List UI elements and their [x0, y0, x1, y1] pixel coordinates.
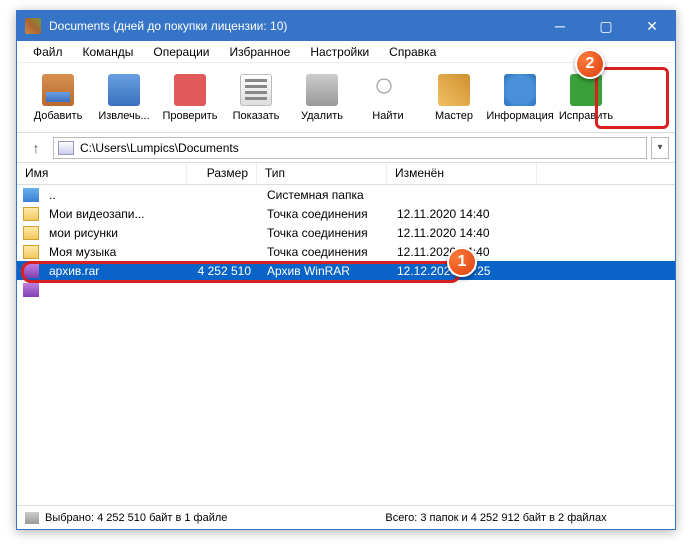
menu-file[interactable]: Файл	[23, 43, 73, 61]
delete-icon	[306, 74, 338, 106]
minimize-button[interactable]: ─	[537, 11, 583, 41]
find-label: Найти	[372, 110, 403, 122]
extract-button[interactable]: Извлечь...	[91, 68, 157, 128]
list-row[interactable]: Моя музыка Точка соединения 12.11.2020 1…	[17, 242, 675, 261]
delete-label: Удалить	[301, 110, 343, 122]
wizard-icon	[438, 74, 470, 106]
repair-label: Исправить	[559, 110, 613, 122]
status-icon	[25, 512, 39, 524]
list-header: Имя Размер Тип Изменён	[17, 163, 675, 185]
folder-icon	[23, 207, 39, 221]
annotation-badge-1: 1	[447, 247, 477, 277]
view-label: Показать	[233, 110, 280, 122]
up-icon	[23, 188, 39, 202]
info-icon	[504, 74, 536, 106]
close-button[interactable]: ✕	[629, 11, 675, 41]
path-box[interactable]: C:\Users\Lumpics\Documents	[53, 137, 647, 159]
col-type[interactable]: Тип	[257, 163, 387, 184]
path-text: C:\Users\Lumpics\Documents	[80, 141, 239, 155]
view-button[interactable]: Показать	[223, 68, 289, 128]
extract-label: Извлечь...	[98, 110, 149, 122]
find-button[interactable]: Найти	[355, 68, 421, 128]
app-window: Documents (дней до покупки лицензии: 10)…	[16, 10, 676, 530]
find-icon	[372, 74, 404, 106]
list-row-selected[interactable]: архив.rar 4 252 510 Архив WinRAR 12.12.2…	[17, 261, 675, 280]
rar-icon	[23, 283, 39, 297]
menu-favorites[interactable]: Избранное	[220, 43, 301, 61]
menu-operations[interactable]: Операции	[143, 43, 219, 61]
menu-settings[interactable]: Настройки	[300, 43, 379, 61]
titlebar: Documents (дней до покупки лицензии: 10)…	[17, 11, 675, 41]
extract-icon	[108, 74, 140, 106]
wizard-label: Мастер	[435, 110, 473, 122]
nav-up-button[interactable]: ↑	[23, 136, 49, 160]
folder-icon	[23, 226, 39, 240]
info-button[interactable]: Информация	[487, 68, 553, 128]
test-button[interactable]: Проверить	[157, 68, 223, 128]
menu-help[interactable]: Справка	[379, 43, 446, 61]
list-row[interactable]: Мои видеозапи... Точка соединения 12.11.…	[17, 204, 675, 223]
app-icon	[25, 18, 41, 34]
add-icon	[42, 74, 74, 106]
col-modified[interactable]: Изменён	[387, 163, 537, 184]
maximize-button[interactable]: ▢	[583, 11, 629, 41]
info-label: Информация	[486, 110, 553, 122]
file-list: .. Системная папка Мои видеозапи... Точк…	[17, 185, 675, 505]
test-icon	[174, 74, 206, 106]
list-row[interactable]	[17, 280, 675, 299]
annotation-badge-2: 2	[575, 49, 605, 79]
col-size[interactable]: Размер	[187, 163, 257, 184]
col-name[interactable]: Имя	[17, 163, 187, 184]
list-row-up[interactable]: .. Системная папка	[17, 185, 675, 204]
menu-commands[interactable]: Команды	[73, 43, 144, 61]
status-right: Всего: 3 папок и 4 252 912 байт в 2 файл…	[325, 512, 667, 524]
folder-icon	[23, 245, 39, 259]
rar-icon	[23, 264, 39, 278]
window-title: Documents (дней до покупки лицензии: 10)	[49, 19, 537, 33]
toolbar: Добавить Извлечь... Проверить Показать У…	[17, 63, 675, 133]
status-left: Выбрано: 4 252 510 байт в 1 файле	[45, 512, 325, 524]
view-icon	[240, 74, 272, 106]
list-row[interactable]: мои рисунки Точка соединения 12.11.2020 …	[17, 223, 675, 242]
wizard-button[interactable]: Мастер	[421, 68, 487, 128]
folder-icon	[58, 141, 74, 155]
add-button[interactable]: Добавить	[25, 68, 91, 128]
delete-button[interactable]: Удалить	[289, 68, 355, 128]
add-label: Добавить	[34, 110, 83, 122]
statusbar: Выбрано: 4 252 510 байт в 1 файле Всего:…	[17, 505, 675, 529]
path-dropdown[interactable]: ▾	[651, 137, 669, 159]
test-label: Проверить	[162, 110, 217, 122]
navbar: ↑ C:\Users\Lumpics\Documents ▾	[17, 133, 675, 163]
